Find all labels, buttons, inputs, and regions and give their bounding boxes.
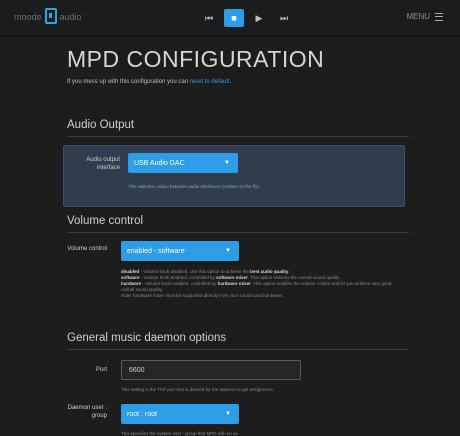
chevron-down-icon: ▼ bbox=[225, 411, 231, 417]
volume-control-select[interactable]: enabled - software ▼ bbox=[121, 241, 239, 261]
menu-label: MENU bbox=[406, 12, 430, 21]
audio-output-section: Audio Output Audio output interface USB … bbox=[57, 119, 409, 207]
stop-icon[interactable]: ■ bbox=[224, 9, 244, 27]
play-icon[interactable]: ▶ bbox=[249, 9, 269, 27]
intro-suffix: . bbox=[229, 79, 232, 85]
intro-prefix: If you mess up with this configuration y… bbox=[67, 79, 189, 85]
general-options-section: General music daemon options Port 6600 T… bbox=[57, 332, 409, 436]
main-content: MPD CONFIGURATION If you mess up with th… bbox=[57, 37, 409, 436]
menu-button[interactable]: MENU bbox=[406, 12, 443, 21]
next-icon[interactable]: ⏭ bbox=[274, 9, 294, 27]
playback-controls: ⏮ ■ ▶ ⏭ bbox=[199, 9, 294, 27]
audio-output-title: Audio Output bbox=[67, 119, 409, 137]
daemon-user-help: This specifies the system user : group t… bbox=[121, 431, 240, 436]
top-bar: moode audio ⏮ ■ ▶ ⏭ MENU bbox=[0, 0, 460, 37]
page-title: MPD CONFIGURATION bbox=[67, 46, 325, 72]
audio-output-select[interactable]: USB Audio DAC ▼ bbox=[128, 153, 238, 173]
volume-control-help: disabled - Volume knob disabled. Use thi… bbox=[121, 269, 401, 299]
volume-control-title: Volume control bbox=[67, 215, 409, 233]
brand-name: moode bbox=[14, 12, 42, 22]
audio-output-label: Audio output interface bbox=[86, 157, 120, 171]
daemon-user-label: Daemon user : group bbox=[67, 405, 107, 419]
audio-output-help: This switches output between audio inter… bbox=[128, 184, 261, 189]
volume-control-section: Volume control Volume control enabled - … bbox=[57, 215, 409, 298]
volume-control-selected: enabled - software bbox=[127, 247, 185, 255]
general-options-title: General music daemon options bbox=[67, 332, 409, 350]
port-input[interactable]: 6600 bbox=[121, 360, 301, 380]
chevron-down-icon: ▼ bbox=[224, 160, 230, 166]
prev-icon[interactable]: ⏮ bbox=[199, 9, 219, 27]
intro-text: If you mess up with this configuration y… bbox=[67, 79, 409, 85]
audio-output-panel: Audio output interface USB Audio DAC ▼ T… bbox=[63, 145, 405, 207]
reset-to-default-link[interactable]: reset to default bbox=[190, 79, 230, 85]
daemon-user-selected: root : root bbox=[127, 410, 157, 418]
brand-logo[interactable]: moode audio bbox=[14, 8, 82, 25]
brand-suffix: audio bbox=[59, 12, 82, 22]
port-label: Port bbox=[95, 367, 107, 373]
help-note: Note: hardware mixer must be supported d… bbox=[121, 293, 284, 298]
help-hardware: hardware - Volume knob enabled, controll… bbox=[121, 281, 392, 292]
chevron-down-icon: ▼ bbox=[225, 248, 231, 254]
port-help: This setting is the TCP port that is des… bbox=[121, 387, 274, 392]
moode-logo-icon bbox=[44, 8, 57, 24]
hamburger-icon bbox=[435, 12, 443, 21]
daemon-user-select[interactable]: root : root ▼ bbox=[121, 404, 239, 424]
audio-output-selected: USB Audio DAC bbox=[134, 159, 185, 167]
volume-control-label: Volume control bbox=[67, 246, 107, 252]
